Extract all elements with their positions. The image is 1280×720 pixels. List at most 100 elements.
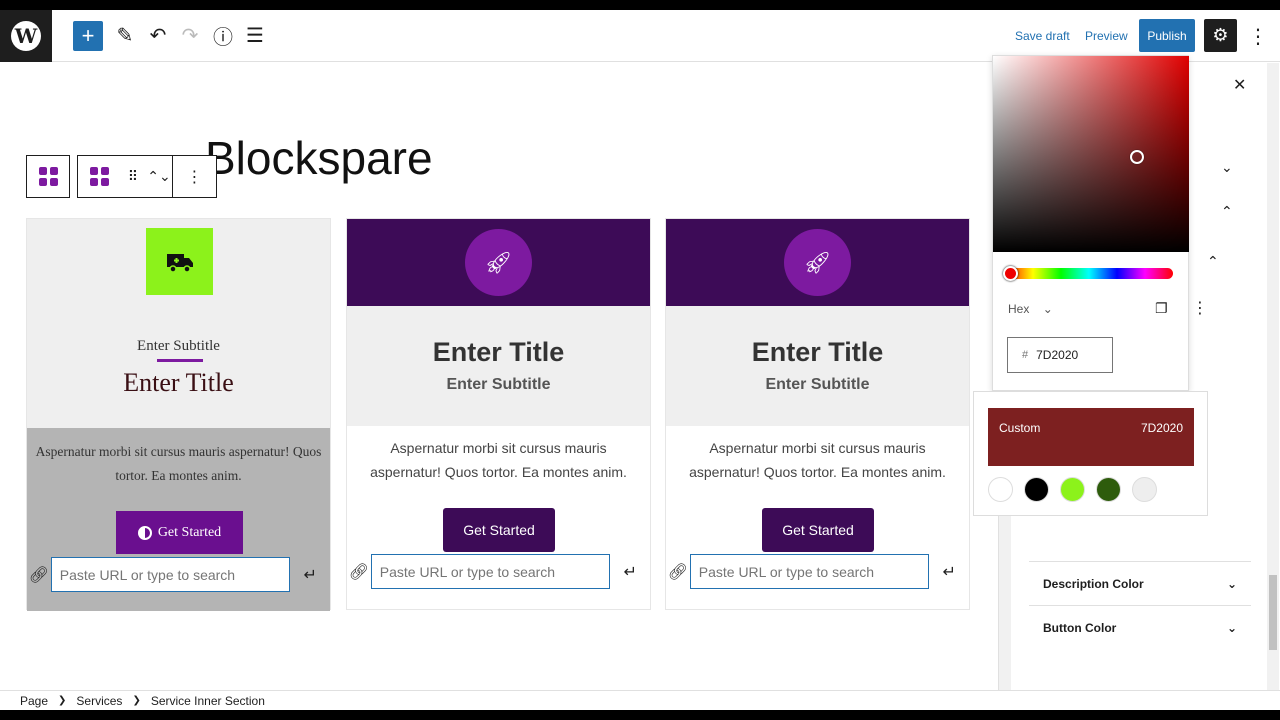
card-description[interactable]: Aspernatur morbi sit cursus mauris asper… xyxy=(676,436,959,484)
chevron-right-icon: ❯ xyxy=(132,695,141,706)
chevron-up-icon[interactable]: ⌃ xyxy=(1207,253,1219,270)
card-subtitle[interactable]: Enter Subtitle xyxy=(347,376,650,394)
block-toolbar: ⠿ ⌃⌄ ⋮ xyxy=(26,155,217,198)
hex-value: 7D2020 xyxy=(1036,348,1079,362)
card-subtitle[interactable]: Enter Subtitle xyxy=(27,338,330,355)
saturation-area[interactable] xyxy=(993,56,1189,252)
wordpress-logo-button[interactable]: W xyxy=(0,10,52,62)
link-icon: 🔗︎ xyxy=(28,566,50,584)
rocket-icon: 🚀︎ xyxy=(784,229,851,296)
swatch-dark-green[interactable] xyxy=(1096,477,1121,502)
hex-prefix: # xyxy=(1022,349,1029,361)
card-title[interactable]: Enter Title xyxy=(347,337,650,368)
editor-window: W + ✎ ↶ ↷ ⓘ ☰ Save draft Preview Publish… xyxy=(0,10,1280,710)
scrollbar-thumb[interactable] xyxy=(1269,575,1277,650)
button-label: Get Started xyxy=(157,524,222,540)
settings-button[interactable]: ⚙ xyxy=(1204,19,1237,52)
get-started-button[interactable]: Get Started xyxy=(443,508,555,552)
hue-slider[interactable] xyxy=(1005,268,1173,279)
button-color-panel[interactable]: Button Color ⌄ xyxy=(1029,605,1251,649)
card-description[interactable]: Aspernatur morbi sit cursus mauris asper… xyxy=(35,440,322,488)
rocket-icon: 🚀︎ xyxy=(465,229,532,296)
breadcrumb-item-service-inner-section[interactable]: Service Inner Section xyxy=(151,694,265,708)
gear-icon: ⚙ xyxy=(1212,25,1229,45)
info-icon: ⓘ xyxy=(213,26,233,49)
service-card-3[interactable]: 🚀︎ Enter Title Enter Subtitle Aspernatur… xyxy=(665,218,970,610)
chevron-up-icon[interactable]: ⌃ xyxy=(1221,203,1233,220)
publish-button[interactable]: Publish xyxy=(1139,19,1195,52)
format-label: Hex xyxy=(1008,302,1030,316)
get-started-button[interactable]: Get Started xyxy=(116,511,243,554)
chevron-down-icon[interactable]: ⌄ xyxy=(1221,159,1233,176)
service-card-1[interactable]: Enter Subtitle Enter Title Aspernatur mo… xyxy=(26,218,331,611)
redo-button[interactable]: ↷ xyxy=(175,20,205,50)
close-icon[interactable]: ✕ xyxy=(1233,75,1246,95)
custom-color-swatch[interactable]: Custom 7D2020 xyxy=(988,408,1194,466)
details-button[interactable]: ⓘ xyxy=(208,20,238,50)
url-row: 🔗︎ Paste URL or type to search ↵ xyxy=(27,557,330,592)
chevron-down-icon: ⌄ xyxy=(1042,302,1053,316)
move-up-down-icon[interactable]: ⌃⌄ xyxy=(146,156,172,197)
sidebar-scrollbar[interactable] xyxy=(1267,63,1279,690)
list-view-button[interactable]: ☰ xyxy=(240,20,270,50)
chevron-right-icon: ❯ xyxy=(58,695,67,706)
block-controls: ⠿ ⌃⌄ ⋮ xyxy=(77,155,217,198)
block-parent-button[interactable] xyxy=(26,155,70,198)
hue-handle[interactable] xyxy=(1003,266,1018,281)
undo-icon: ↶ xyxy=(149,24,167,47)
custom-value: 7D2020 xyxy=(1140,421,1183,435)
url-search-input[interactable]: Paste URL or type to search xyxy=(689,554,930,589)
url-search-input[interactable]: Paste URL or type to search xyxy=(50,557,291,592)
undo-button[interactable]: ↶ xyxy=(143,20,173,50)
ambulance-icon xyxy=(146,228,213,295)
page-title[interactable]: Blockspare xyxy=(205,131,433,185)
chevron-down-icon: ⌄ xyxy=(1226,620,1237,635)
url-search-input[interactable]: Paste URL or type to search xyxy=(370,554,611,589)
redo-icon: ↷ xyxy=(181,24,199,47)
block-type-button[interactable] xyxy=(78,156,120,197)
preview-button[interactable]: Preview xyxy=(1085,29,1128,43)
panel-scrollbar[interactable] xyxy=(999,503,1011,690)
breadcrumb-item-page[interactable]: Page xyxy=(20,694,48,708)
description-color-panel[interactable]: Description Color ⌄ xyxy=(1029,561,1251,605)
swatch-lime[interactable] xyxy=(1060,477,1085,502)
subtitle-divider xyxy=(157,359,203,362)
save-draft-button[interactable]: Save draft xyxy=(1015,29,1070,43)
copy-icon[interactable]: ❐ xyxy=(1155,300,1168,317)
link-icon: 🔗︎ xyxy=(348,563,370,581)
card-subtitle[interactable]: Enter Subtitle xyxy=(666,376,969,394)
color-picker-popover: Hex ⌄ ❐ # 7D2020 xyxy=(992,55,1189,391)
editor-canvas: Blockspare ⠿ ⌃⌄ ⋮ Enter Subtitle Enter T… xyxy=(0,63,998,690)
card-title[interactable]: Enter Title xyxy=(666,337,969,368)
submit-link-icon[interactable]: ↵ xyxy=(290,565,330,585)
chevron-down-icon: ⌄ xyxy=(1226,576,1237,591)
hex-input[interactable]: # 7D2020 xyxy=(1007,337,1113,373)
tools-button[interactable]: ✎ xyxy=(110,20,140,50)
list-view-icon: ☰ xyxy=(246,24,264,47)
card-header: 🚀︎ xyxy=(666,219,969,306)
card-title[interactable]: Enter Title xyxy=(27,368,330,398)
get-started-button[interactable]: Get Started xyxy=(762,508,874,552)
plus-icon: + xyxy=(81,23,95,48)
breadcrumb-item-services[interactable]: Services xyxy=(76,694,122,708)
picker-options-button[interactable]: ⋮ xyxy=(1192,298,1208,318)
contrast-icon xyxy=(137,525,152,540)
options-menu-button[interactable]: ⋮ xyxy=(1248,24,1268,49)
saturation-handle[interactable] xyxy=(1130,150,1144,164)
swatch-black[interactable] xyxy=(1024,477,1049,502)
add-block-button[interactable]: + xyxy=(73,21,103,51)
panel-label: Button Color xyxy=(1043,620,1117,635)
color-format-select[interactable]: Hex ⌄ xyxy=(1008,302,1053,316)
pencil-icon: ✎ xyxy=(116,24,134,47)
wordpress-logo-icon: W xyxy=(11,21,41,51)
block-options-button[interactable]: ⋮ xyxy=(172,156,216,197)
swatch-light-gray[interactable] xyxy=(1132,477,1157,502)
drag-handle-icon[interactable]: ⠿ xyxy=(120,156,146,197)
submit-link-icon[interactable]: ↵ xyxy=(929,562,969,582)
swatch-white[interactable] xyxy=(988,477,1013,502)
service-card-2[interactable]: 🚀︎ Enter Title Enter Subtitle Aspernatur… xyxy=(346,218,651,610)
block-icon xyxy=(27,156,69,197)
submit-link-icon[interactable]: ↵ xyxy=(610,562,650,582)
panel-label: Description Color xyxy=(1043,576,1144,591)
card-description[interactable]: Aspernatur morbi sit cursus mauris asper… xyxy=(357,436,640,484)
